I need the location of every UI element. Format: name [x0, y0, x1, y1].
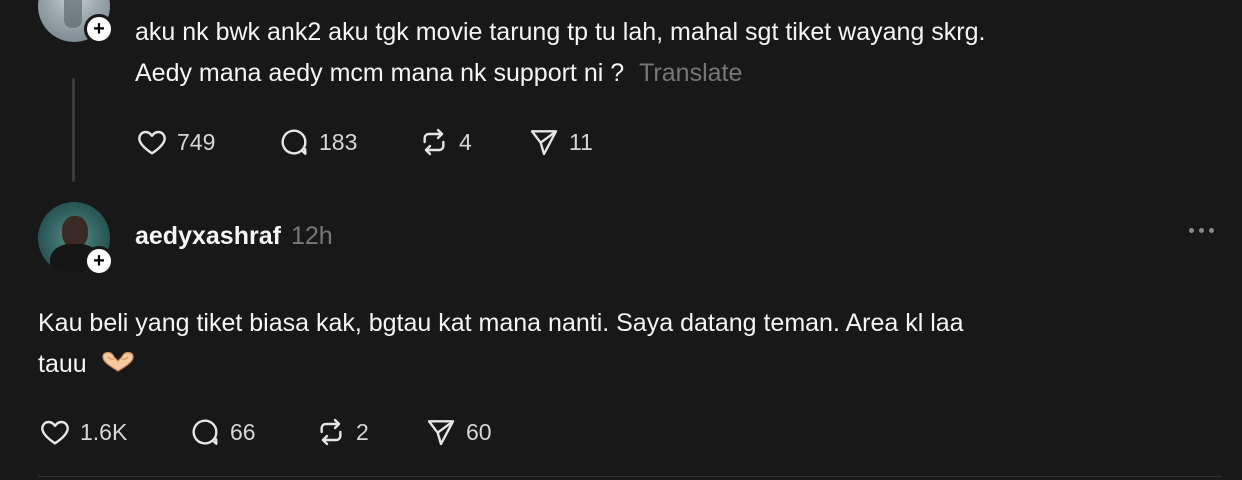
post-text-line: Aedy mana aedy mcm mana nk support ni ? …	[135, 53, 985, 94]
like-button[interactable]: 749	[135, 126, 277, 158]
post-text-line: Kau beli yang tiket biasa kak, bgtau kat…	[38, 309, 964, 337]
repost-icon	[423, 128, 445, 156]
divider	[38, 476, 1222, 477]
post-text-line-2: Aedy mana aedy mcm mana nk support ni ?	[135, 59, 625, 87]
post-time: 12h	[290, 222, 333, 250]
share-icon	[427, 420, 455, 446]
thread-line	[72, 78, 75, 182]
translate-link[interactable]: Translate	[639, 59, 742, 87]
repost-count: 2	[356, 418, 369, 445]
reply-count: 66	[230, 418, 256, 445]
heart-icon	[138, 130, 166, 155]
post-actions: 749 183 4 11	[135, 126, 593, 158]
post-header: aedyxashraf 12h	[135, 222, 333, 251]
repost-count: 4	[459, 128, 472, 155]
heart-icon	[41, 420, 69, 445]
repost-icon	[320, 418, 342, 446]
reply-count: 183	[319, 128, 358, 155]
share-button[interactable]: 60	[424, 416, 492, 448]
heart-hands-emoji-icon	[100, 345, 136, 386]
follow-plus-icon[interactable]: +	[84, 246, 114, 276]
like-count: 1.6K	[80, 418, 128, 445]
like-count: 749	[177, 128, 216, 155]
post-text-line-2: tauu	[38, 350, 87, 378]
like-button[interactable]: 1.6K	[38, 416, 188, 448]
reply-button[interactable]: 183	[277, 126, 417, 158]
share-icon	[530, 130, 558, 156]
post-text-line: aku nk bwk ank2 aku tgk movie tarung tp …	[135, 18, 986, 46]
repost-button[interactable]: 2	[314, 416, 424, 448]
share-count: 11	[569, 128, 593, 155]
repost-button[interactable]: 4	[417, 126, 527, 158]
follow-plus-icon[interactable]: +	[84, 14, 114, 44]
reply-button[interactable]: 66	[188, 416, 314, 448]
username[interactable]: aedyxashraf	[135, 222, 281, 251]
comment-icon	[192, 419, 218, 445]
post-text: aku nk bwk ank2 aku tgk movie tarung tp …	[135, 12, 985, 94]
post-text-line: tauu	[38, 344, 964, 386]
share-count: 60	[466, 418, 492, 445]
share-button[interactable]: 11	[527, 126, 593, 158]
post-text: Kau beli yang tiket biasa kak, bgtau kat…	[38, 303, 964, 386]
post-actions: 1.6K 66 2 60	[38, 416, 492, 448]
comment-icon	[281, 129, 307, 155]
more-icon[interactable]	[1189, 228, 1214, 233]
